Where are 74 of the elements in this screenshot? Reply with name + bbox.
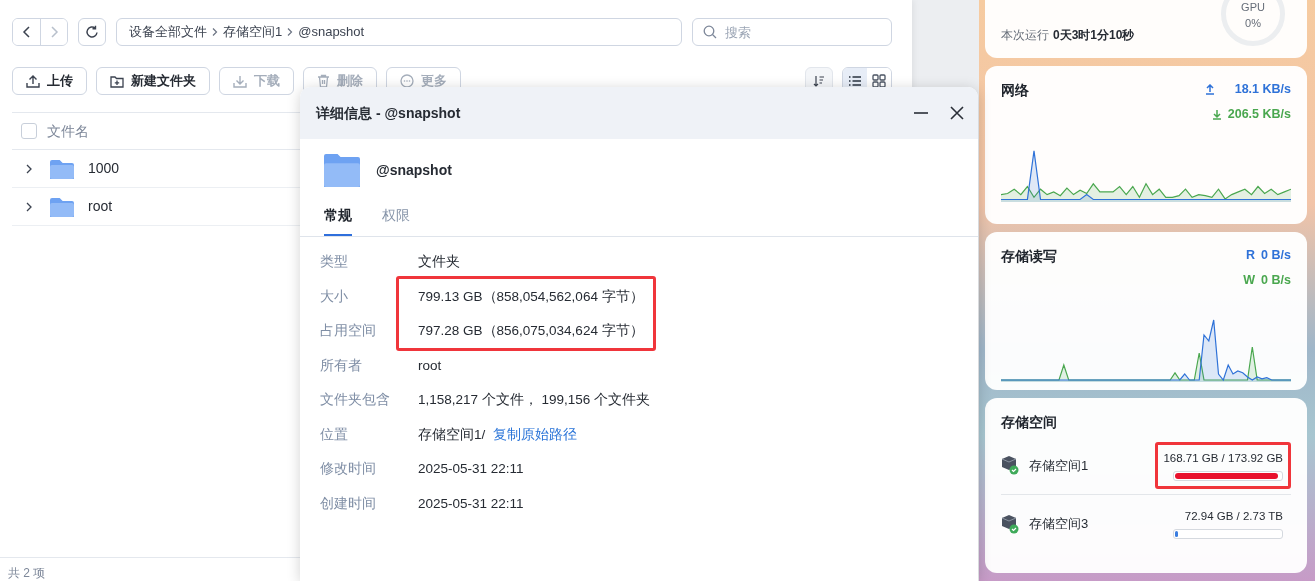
file-name[interactable]: root <box>88 196 113 217</box>
search-icon <box>703 25 717 39</box>
upload-icon <box>1204 83 1215 95</box>
card-title: 网络 <box>1001 81 1029 100</box>
folder-icon <box>324 153 360 187</box>
file-name[interactable]: 1000 <box>88 158 120 179</box>
folder-plus-icon <box>110 74 124 88</box>
folder-name: @snapshot <box>376 160 452 180</box>
chevron-icon <box>286 27 295 37</box>
download-icon <box>1211 109 1222 121</box>
card-title: 存储空间 <box>1001 413 1058 432</box>
close-button[interactable] <box>950 106 964 120</box>
copy-path-link[interactable]: 复制原始路径 <box>493 424 578 445</box>
sort-icon <box>813 75 825 87</box>
dialog-title: 详细信息 - @snapshot <box>316 103 461 123</box>
property-value: 存储空间1/ <box>418 425 486 444</box>
read-rate: 0 B/s <box>1261 247 1291 264</box>
more-icon <box>400 74 414 88</box>
refresh-icon <box>85 25 99 39</box>
upload-button[interactable]: 上传 <box>12 67 87 95</box>
breadcrumb-item[interactable]: 存储空间1 <box>223 22 283 42</box>
refresh-button[interactable] <box>78 18 106 46</box>
property-value: 799.13 GB（858,054,562,064 字节） <box>418 287 644 306</box>
property-label: 位置 <box>320 425 349 444</box>
uptime-value: 0天3时1分10秒 <box>1053 28 1135 42</box>
volume-usage: 168.71 GB / 173.92 GB <box>1163 450 1283 466</box>
read-label: R <box>1246 247 1256 264</box>
breadcrumb-item[interactable]: 设备全部文件 <box>129 22 207 42</box>
property-value: 797.28 GB（856,075,034,624 字节） <box>418 322 644 341</box>
download-icon <box>233 74 247 88</box>
list-view-icon <box>848 75 862 87</box>
gpu-label: GPU <box>1241 0 1265 16</box>
property-label: 修改时间 <box>320 460 377 479</box>
write-label: W <box>1243 272 1256 290</box>
folder-icon <box>50 197 74 218</box>
volume-name: 存储空间1 <box>1029 456 1089 475</box>
search-field[interactable]: 搜索 <box>692 18 892 46</box>
trash-icon <box>317 74 330 88</box>
volume-usage: 72.94 GB / 2.73 TB <box>1184 509 1283 525</box>
close-icon <box>950 106 964 120</box>
tab[interactable]: 常规 <box>324 205 352 236</box>
upload-icon <box>26 74 40 88</box>
uptime-label: 本次运行 <box>1001 28 1049 42</box>
property-value: 1,158,217 个文件， 199,156 个文件夹 <box>418 391 651 410</box>
chevron-icon <box>211 27 219 37</box>
volume-icon <box>1001 513 1019 534</box>
column-header[interactable]: 文件名 <box>47 120 89 142</box>
expand-icon <box>24 201 34 212</box>
volume-icon <box>1001 455 1019 476</box>
property-value: 文件夹 <box>418 253 460 272</box>
expand-icon <box>24 163 34 174</box>
gpu-value: 0% <box>1245 15 1261 31</box>
grid-view-icon <box>872 74 886 88</box>
download-rate: 206.5 KB/s <box>1227 106 1291 124</box>
item-count: 共 2 项 <box>8 566 46 580</box>
forward-icon <box>49 26 59 38</box>
property-label: 占用空间 <box>320 322 377 341</box>
property-value: root <box>418 356 442 375</box>
property-value: 2025-05-31 22:11 <box>418 494 524 513</box>
property-label: 类型 <box>320 253 349 272</box>
upload-rate: 18.1 KB/s <box>1234 81 1291 98</box>
new-folder-button[interactable]: 新建文件夹 <box>96 67 210 95</box>
property-label: 文件夹包含 <box>320 391 391 410</box>
write-rate: 0 B/s <box>1261 272 1291 290</box>
select-all-checkbox[interactable] <box>21 123 37 139</box>
property-value: 2025-05-31 22:11 <box>418 460 524 479</box>
property-label: 大小 <box>320 287 349 306</box>
folder-icon <box>50 159 74 180</box>
property-label: 所有者 <box>320 356 363 375</box>
volume-name: 存储空间3 <box>1029 515 1089 533</box>
back-icon <box>21 26 32 38</box>
breadcrumb-item[interactable]: @snapshot <box>298 22 365 42</box>
card-title: 存储读写 <box>1001 247 1057 266</box>
property-label: 创建时间 <box>320 494 377 513</box>
